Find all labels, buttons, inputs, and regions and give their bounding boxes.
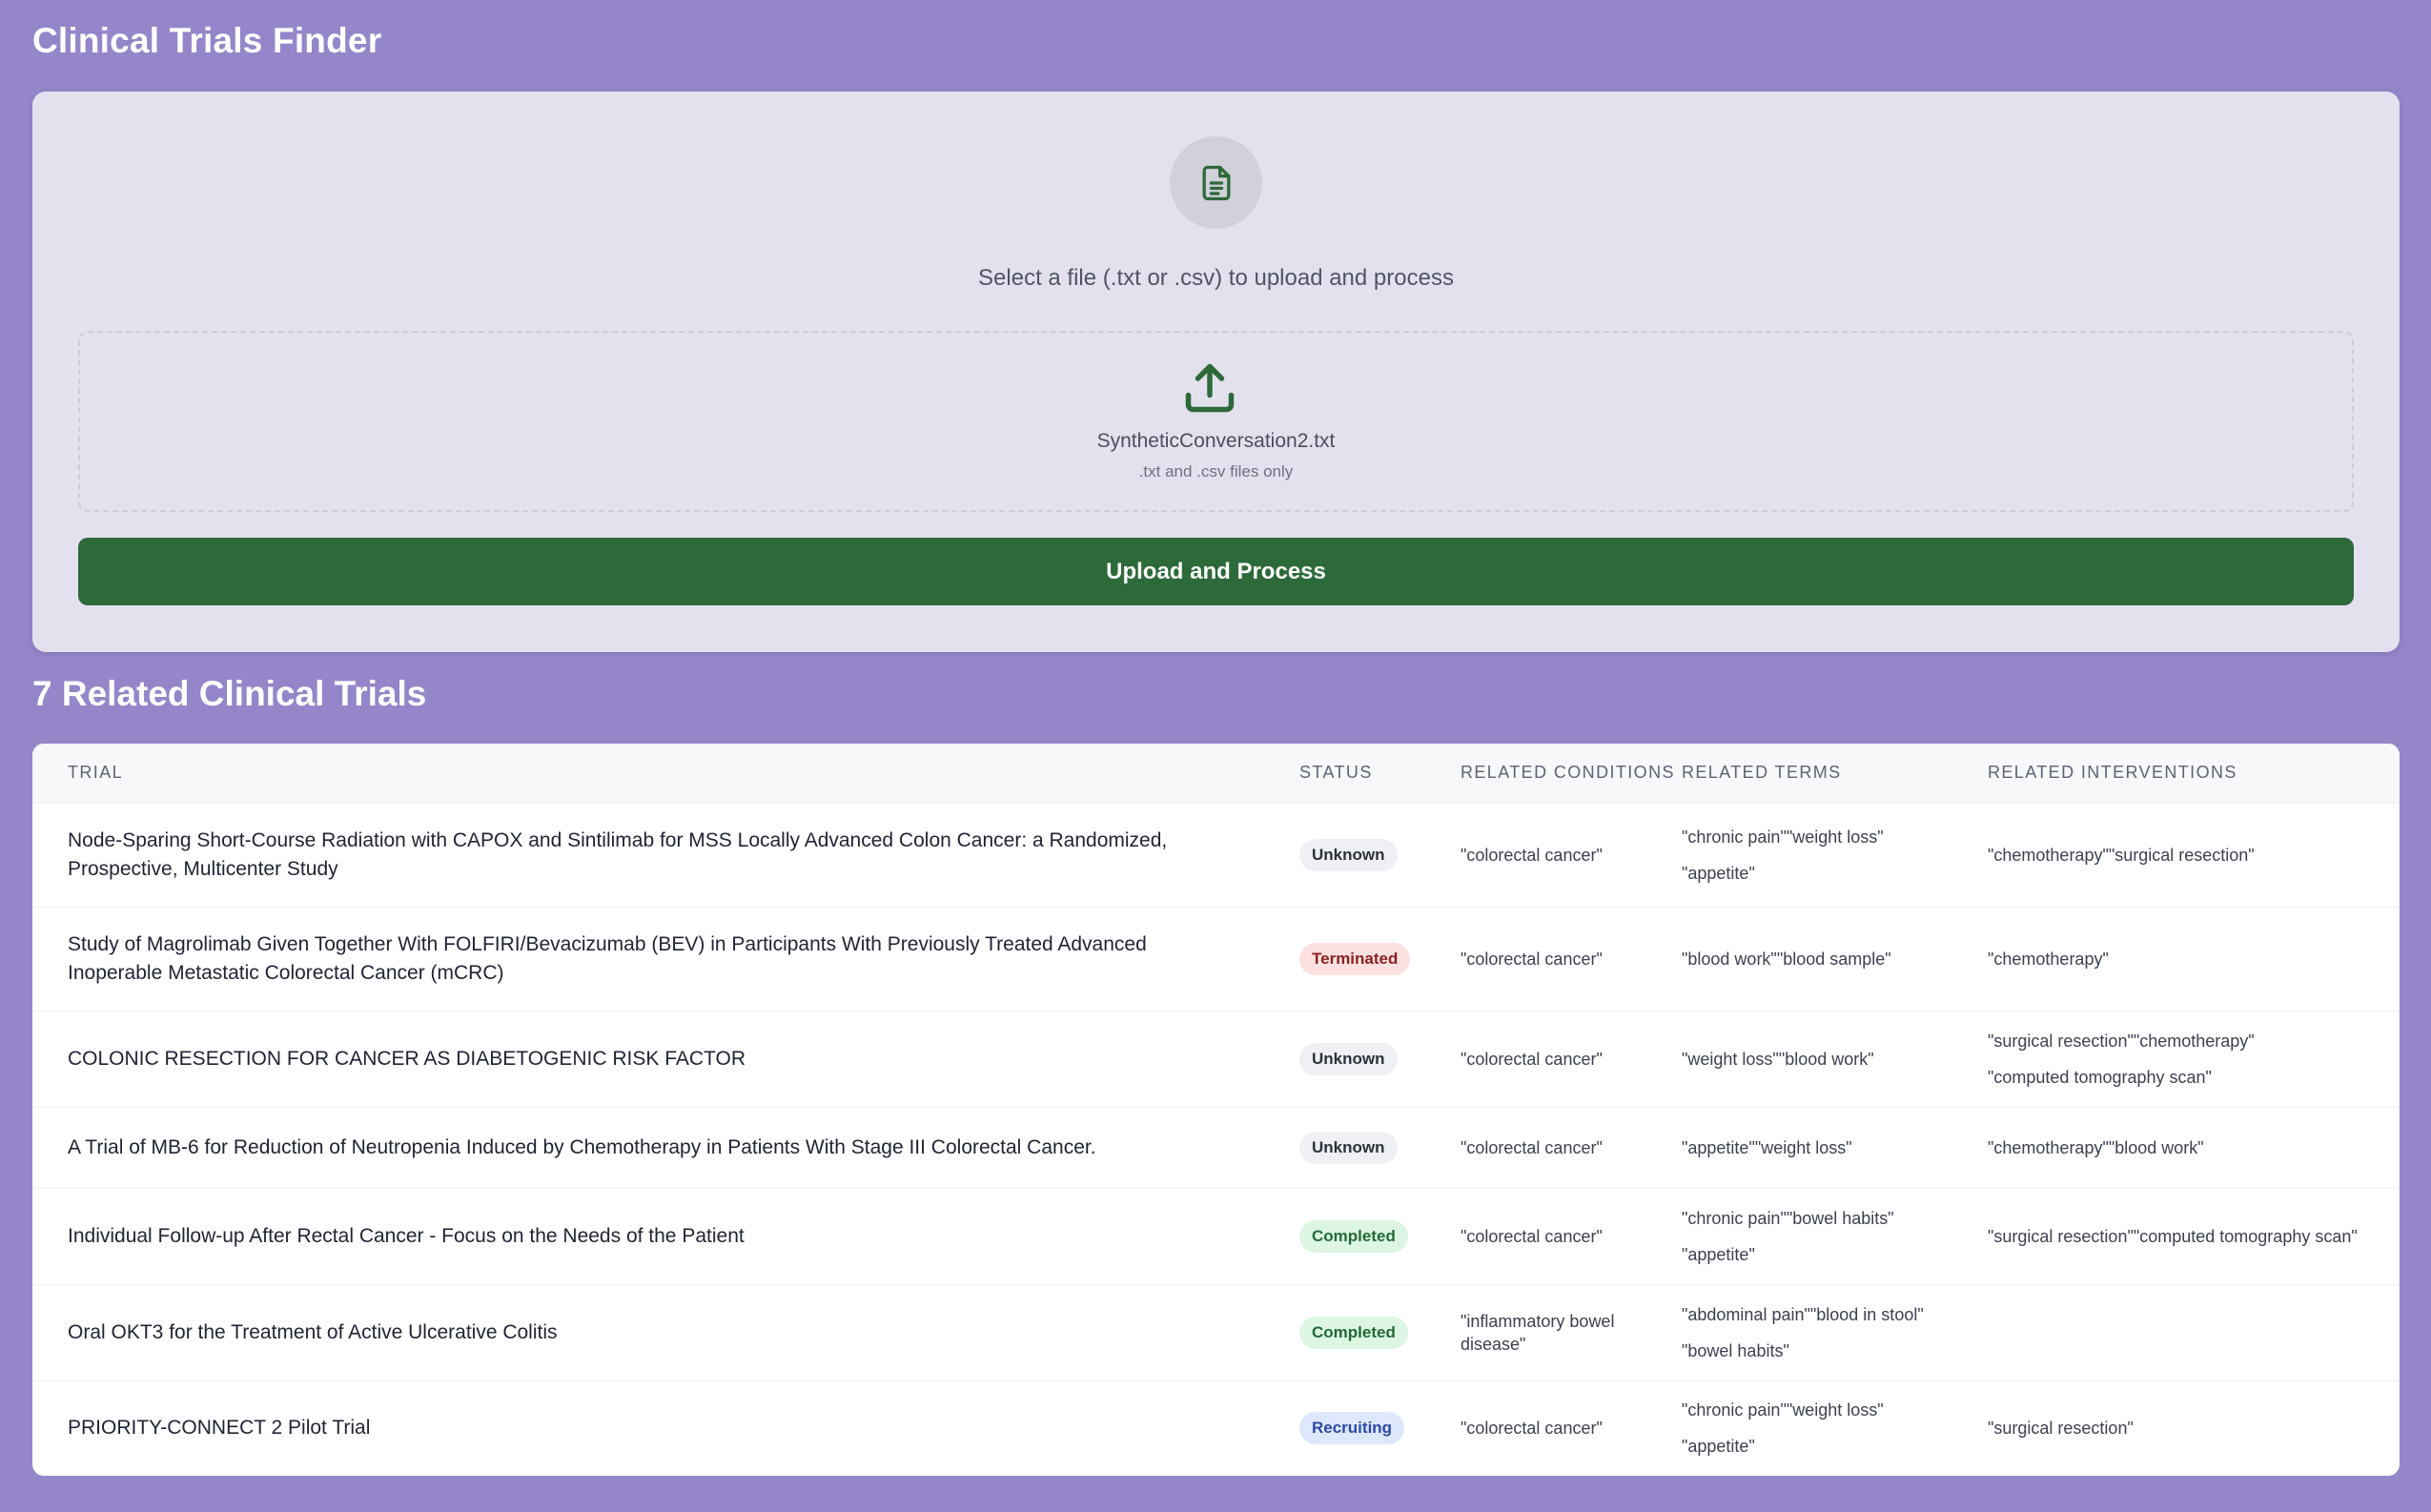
column-header-conditions[interactable]: RELATED CONDITIONS [1461,744,1682,804]
status-cell: Unknown [1299,1107,1461,1189]
upload-and-process-button[interactable]: Upload and Process [78,538,2354,605]
related-terms: "chronic pain""weight loss" "appetite" [1682,1380,1988,1476]
table-header-row: TRIAL STATUS RELATED CONDITIONS RELATED … [32,744,2400,804]
trial-title[interactable]: Node-Sparing Short-Course Radiation with… [32,803,1299,908]
related-terms: "chronic pain""weight loss" "appetite" [1682,803,1988,908]
trial-title[interactable]: A Trial of MB-6 for Reduction of Neutrop… [32,1107,1299,1189]
intervention-item: "computed tomography scan" [1988,1067,2212,1087]
column-header-trial[interactable]: TRIAL [32,744,1299,804]
status-badge: Recruiting [1299,1412,1405,1445]
trial-title[interactable]: Oral OKT3 for the Treatment of Active Ul… [32,1284,1299,1381]
intervention-item: "chemotherapy" [1988,949,2109,969]
related-interventions: "surgical resection""chemotherapy" "compu… [1988,1011,2400,1108]
term-item: "bowel habits" [1682,1340,1789,1360]
related-interventions: "chemotherapy""blood work" [1988,1107,2400,1189]
status-cell: Unknown [1299,803,1461,908]
status-cell: Completed [1299,1188,1461,1285]
related-conditions: "colorectal cancer" [1461,1011,1682,1108]
term-item: "appetite" [1682,1244,1755,1264]
status-badge: Terminated [1299,942,1411,975]
term-item: "chronic pain""weight loss" [1682,827,1884,847]
column-header-terms[interactable]: RELATED TERMS [1682,744,1988,804]
related-terms: "appetite""weight loss" [1682,1107,1988,1189]
term-item: "appetite" [1682,1437,1755,1457]
related-interventions: "chemotherapy" [1988,907,2400,1011]
column-header-interventions[interactable]: RELATED INTERVENTIONS [1988,744,2400,804]
trial-title[interactable]: PRIORITY-CONNECT 2 Pilot Trial [32,1380,1299,1476]
term-item: "appetite""weight loss" [1682,1137,1852,1157]
term-item: "weight loss""blood work" [1682,1049,1874,1069]
related-terms: "chronic pain""bowel habits" "appetite" [1682,1188,1988,1285]
intervention-item: "chemotherapy""blood work" [1988,1137,2204,1157]
related-conditions: "colorectal cancer" [1461,1419,1603,1439]
table-row[interactable]: Study of Magrolimab Given Together With … [32,907,2400,1011]
related-conditions: "colorectal cancer" [1461,907,1682,1011]
related-conditions: "inflammatory bowel disease" [1461,1284,1682,1381]
term-item: "abdominal pain""blood in stool" [1682,1304,1924,1324]
upload-card: Select a file (.txt or .csv) to upload a… [32,92,2400,652]
status-badge: Unknown [1299,838,1398,871]
table-row[interactable]: Node-Sparing Short-Course Radiation with… [32,803,2400,908]
related-interventions: "surgical resection""computed tomography… [1988,1188,2400,1285]
related-interventions [1988,1284,2400,1381]
status-badge: Unknown [1299,1131,1398,1164]
term-item: "chronic pain""bowel habits" [1682,1208,1894,1228]
file-dropzone[interactable]: SyntheticConversation2.txt .txt and .csv… [78,331,2354,512]
trials-table-card: TRIAL STATUS RELATED CONDITIONS RELATED … [32,744,2400,1476]
document-icon [1202,165,1230,200]
table-row[interactable]: PRIORITY-CONNECT 2 Pilot Trial Recruiting… [32,1380,2400,1476]
related-conditions: "colorectal cancer" [1461,1188,1682,1285]
trial-title[interactable]: COLONIC RESECTION FOR CANCER AS DIABETOG… [32,1011,1299,1108]
page: Clinical Trials Finder Select a file (.t… [0,0,2431,1512]
intervention-item: "surgical resection" [1988,1419,2134,1439]
related-conditions: "colorectal cancer" [1461,1107,1682,1189]
status-badge: Completed [1299,1219,1408,1253]
column-header-status[interactable]: STATUS [1299,744,1461,804]
document-icon-circle [1170,136,1262,229]
term-item: "blood work""blood sample" [1682,949,1891,969]
status-cell: Unknown [1299,1011,1461,1108]
table-row[interactable]: Individual Follow-up After Rectal Cancer… [32,1188,2400,1285]
trial-title[interactable]: Individual Follow-up After Rectal Cancer… [32,1188,1299,1285]
app-title: Clinical Trials Finder [32,21,382,60]
trial-title[interactable]: Study of Magrolimab Given Together With … [32,907,1299,1011]
intervention-item: "surgical resection""chemotherapy" [1988,1031,2255,1051]
table-row[interactable]: COLONIC RESECTION FOR CANCER AS DIABETOG… [32,1011,2400,1108]
table-row[interactable]: A Trial of MB-6 for Reduction of Neutrop… [32,1107,2400,1189]
term-item: "chronic pain""weight loss" [1682,1400,1884,1420]
related-conditions: "colorectal cancer" [1461,803,1682,908]
selected-file-name: SyntheticConversation2.txt [1096,430,1336,452]
upload-icon [1185,363,1235,413]
trials-table: TRIAL STATUS RELATED CONDITIONS RELATED … [32,744,2400,1476]
related-terms: "abdominal pain""blood in stool" "bowel h… [1682,1284,1988,1381]
intervention-item: "surgical resection""computed tomography… [1988,1226,2358,1246]
status-badge: Completed [1299,1316,1408,1349]
term-item: "appetite" [1682,863,1755,883]
related-terms: "blood work""blood sample" [1682,907,1988,1011]
related-terms: "weight loss""blood work" [1682,1011,1988,1108]
table-row[interactable]: Oral OKT3 for the Treatment of Active Ul… [32,1284,2400,1381]
related-interventions: "surgical resection" [1988,1380,2400,1476]
status-cell: Terminated [1299,907,1461,1011]
upload-prompt: Select a file (.txt or .csv) to upload a… [978,265,1454,291]
status-cell: Recruiting [1299,1380,1461,1476]
status-cell: Completed [1299,1284,1461,1381]
status-badge: Unknown [1299,1042,1398,1075]
results-title: 7 Related Clinical Trials [32,674,427,713]
intervention-item: "chemotherapy""surgical resection" [1988,845,2255,865]
file-type-hint: .txt and .csv files only [1138,462,1294,480]
related-interventions: "chemotherapy""surgical resection" [1988,803,2400,908]
